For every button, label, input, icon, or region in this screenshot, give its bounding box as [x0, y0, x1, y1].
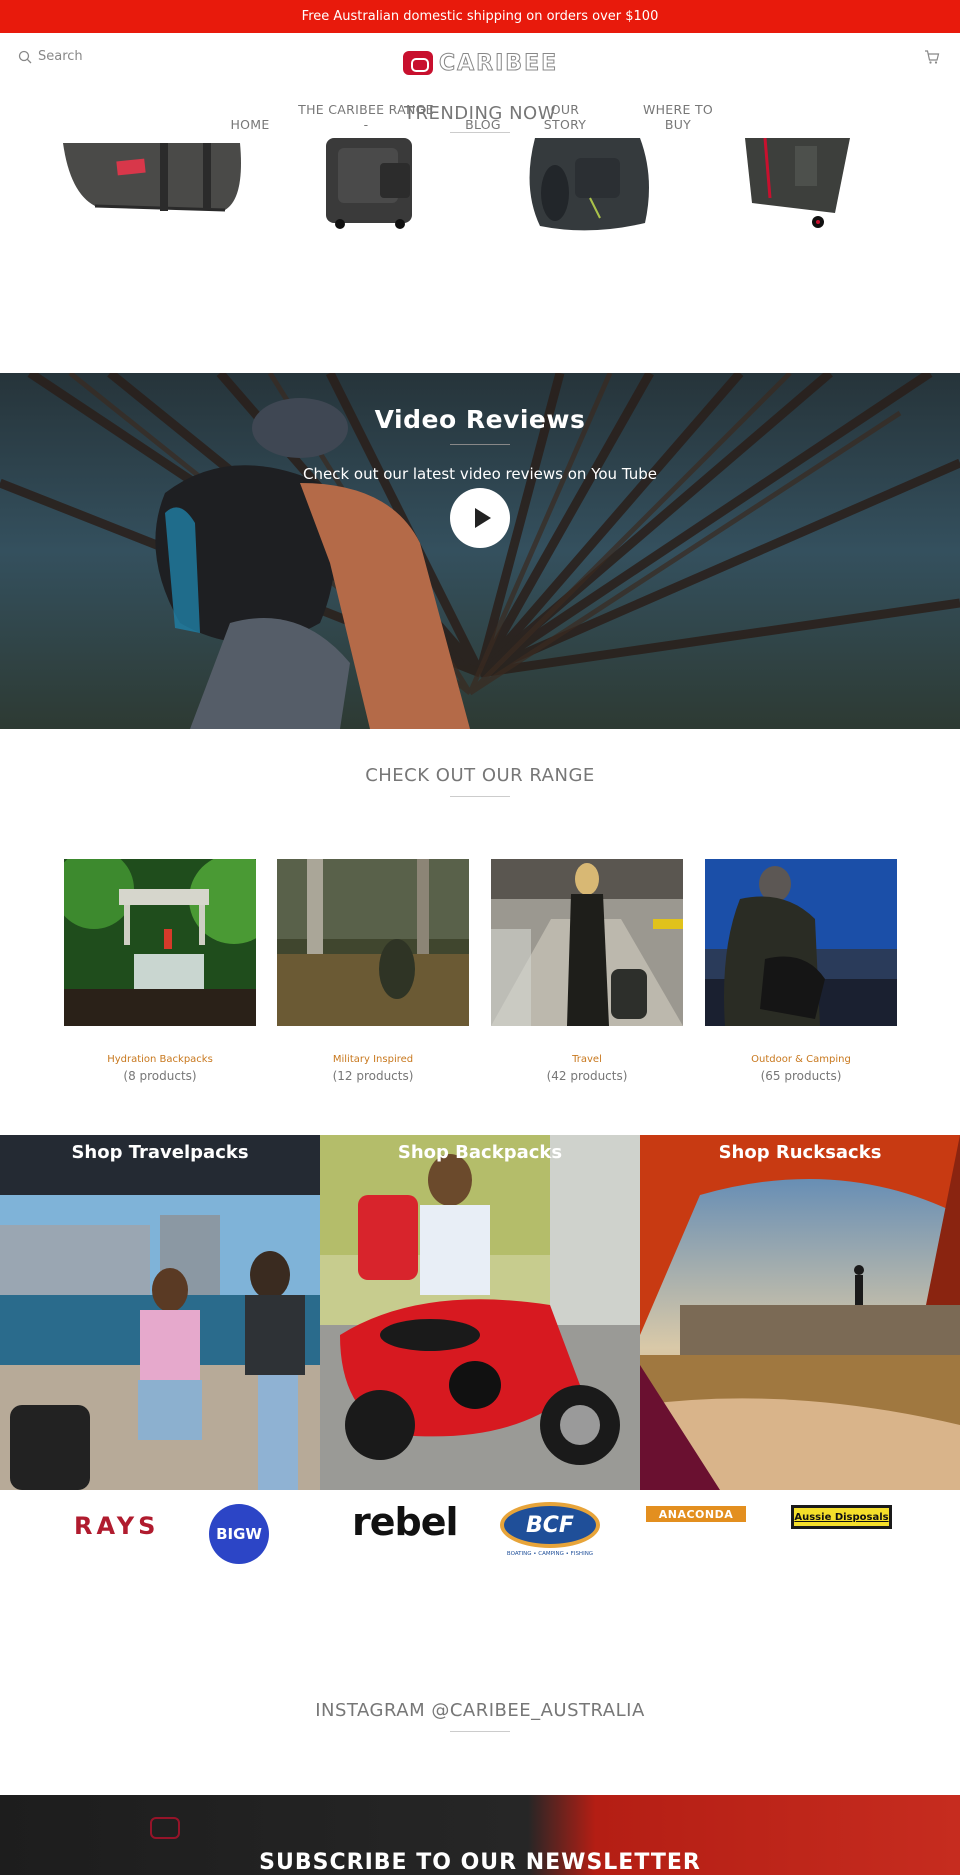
nav-range-label: THE CARIBEE RANGE [298, 102, 434, 117]
range-count: (8 products) [123, 1069, 197, 1083]
play-video-button[interactable] [450, 488, 510, 548]
brand-bigw-text: BIGW [216, 1525, 262, 1543]
shop-travelpacks-tile[interactable]: Shop Travelpacks [0, 1135, 320, 1490]
product-duffel-bag[interactable] [55, 138, 245, 218]
brand-anaconda-text: ANACONDA [658, 1507, 734, 1521]
play-icon [474, 508, 491, 528]
newsletter-banner: SUBSCRIBE TO OUR NEWSLETTER [0, 1795, 960, 1875]
travelpacks-image [0, 1135, 320, 1490]
heading-divider [450, 444, 510, 445]
video-subtitle: Check out our latest video reviews on Yo… [303, 465, 657, 483]
range-count: (65 products) [760, 1069, 842, 1083]
nav-blog[interactable]: BLOG [463, 117, 503, 132]
announcement-bar: Free Australian domestic shipping on ord… [0, 0, 960, 33]
search-placeholder: Search [38, 49, 83, 64]
range-name: Military Inspired [332, 1054, 414, 1065]
brand-bigw-logo[interactable]: BIGW [209, 1504, 269, 1564]
logo-text: CARIBEE [438, 50, 559, 76]
nav-home[interactable]: HOME [228, 117, 272, 132]
brand-rebel-text: rebel [352, 1500, 459, 1544]
brand-bcf-tagline: BOATING • CAMPING • FISHING [506, 1551, 594, 1557]
logo-badge-icon [403, 51, 433, 75]
nav-our-story[interactable]: OUR STORY [540, 102, 590, 132]
trending-products [0, 138, 960, 238]
range-image-travel [491, 859, 683, 1026]
product-wheeled-backpack[interactable] [320, 138, 425, 230]
range-image-outdoor [705, 859, 897, 1026]
range-name: Hydration Backpacks [107, 1054, 213, 1065]
video-content: Video Reviews Check out our latest video… [0, 405, 960, 483]
nav-story-label-1: OUR [550, 102, 580, 117]
site-logo[interactable]: CARIBEE [403, 49, 559, 77]
nav-story-label-2: STORY [543, 117, 587, 132]
range-title-text: CHECK OUT OUR RANGE [365, 765, 595, 786]
nav-range-sub: - [363, 117, 369, 132]
nav-blog-label: BLOG [465, 117, 501, 132]
main-nav: HOME THE CARIBEE RANGE - BLOG OUR STORY … [0, 102, 960, 139]
nav-where-label-2: BUY [664, 117, 692, 132]
shop-rucksacks-tile[interactable]: Shop Rucksacks [640, 1135, 960, 1490]
nav-caribee-range[interactable]: THE CARIBEE RANGE - [295, 102, 437, 132]
site-header: Search CARIBEE TRENDING NOW HOME THE CAR… [0, 33, 960, 138]
range-card-travel[interactable]: Travel (42 products) [491, 859, 683, 1083]
search-icon [18, 50, 32, 63]
rucksacks-image [640, 1135, 960, 1490]
cart-icon[interactable] [924, 49, 940, 65]
range-image-hydration [54, 849, 279, 1026]
nav-home-label: HOME [230, 117, 270, 132]
product-wheeled-duffel[interactable] [740, 138, 855, 233]
brand-aussie-text: Aussie Disposals [794, 1511, 889, 1523]
brand-bcf-text: BCF [526, 1512, 574, 1538]
range-count: (12 products) [332, 1069, 414, 1083]
newsletter-title: SUBSCRIBE TO OUR NEWSLETTER [259, 1850, 701, 1875]
brand-aussie-disposals-logo[interactable]: Aussie Disposals [791, 1505, 892, 1529]
range-card-outdoor[interactable]: Outdoor & Camping (65 products) [705, 859, 897, 1083]
brand-bcf-badge: BCF [500, 1502, 600, 1548]
instagram-heading: INSTAGRAM @CARIBEE_AUSTRALIA [0, 1700, 960, 1732]
brand-anaconda-logo[interactable]: ANACONDA [646, 1506, 746, 1522]
newsletter-logo-icon [150, 1817, 180, 1839]
shop-backpacks-tile[interactable]: Shop Backpacks [320, 1135, 640, 1490]
backpacks-image [320, 1135, 640, 1490]
range-card-military[interactable]: Military Inspired (12 products) [277, 859, 469, 1083]
video-title: Video Reviews [374, 405, 586, 434]
nav-where-to-buy[interactable]: WHERE TO BUY [638, 102, 718, 132]
video-reviews-banner: Video Reviews Check out our latest video… [0, 373, 960, 729]
range-image-military [277, 859, 469, 1026]
range-card-hydration[interactable]: Hydration Backpacks (8 products) [54, 849, 279, 1083]
shop-backpacks-label: Shop Backpacks [397, 1142, 563, 1163]
range-name: Travel [572, 1054, 602, 1065]
range-heading: CHECK OUT OUR RANGE [0, 765, 960, 797]
brand-rays-logo[interactable]: RAYS [74, 1512, 159, 1540]
shop-travelpacks-label: Shop Travelpacks [71, 1142, 249, 1163]
retailer-logos: RAYS BIGW rebel BCF BOATING • CAMPING • … [0, 1490, 960, 1590]
instagram-title-text: INSTAGRAM @CARIBEE_AUSTRALIA [315, 1700, 645, 1721]
brand-rays-text: RAYS [74, 1512, 160, 1540]
search-field[interactable]: Search [18, 49, 83, 64]
brand-rebel-logo[interactable]: rebel [352, 1500, 459, 1544]
product-hiking-backpack[interactable] [520, 138, 655, 233]
announcement-text: Free Australian domestic shipping on ord… [301, 9, 659, 24]
shop-rucksacks-label: Shop Rucksacks [718, 1142, 882, 1163]
range-count: (42 products) [546, 1069, 628, 1083]
brand-bcf-logo[interactable]: BCF BOATING • CAMPING • FISHING [498, 1502, 602, 1562]
nav-where-label-1: WHERE TO [642, 102, 714, 117]
range-name: Outdoor & Camping [751, 1054, 851, 1065]
heading-divider [450, 1731, 510, 1732]
heading-divider [450, 796, 510, 797]
